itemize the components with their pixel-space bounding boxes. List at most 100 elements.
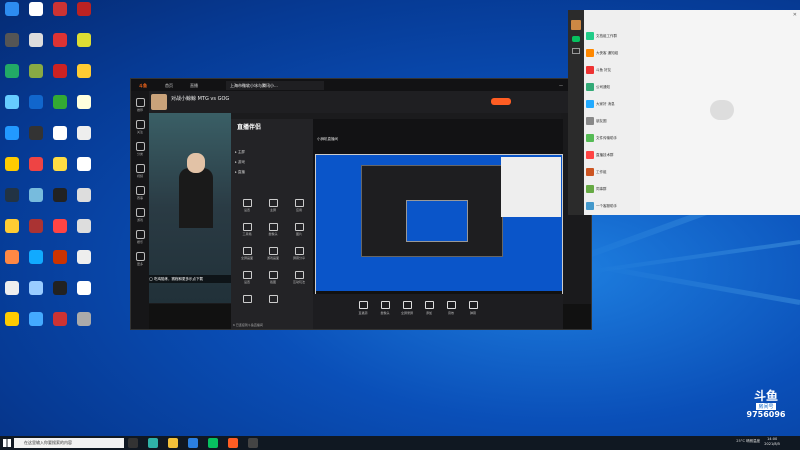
start-icon[interactable]: [3, 439, 11, 447]
toolbox-item[interactable]: 游戏画面: [263, 247, 283, 265]
chat-list-item[interactable]: 直播技术群: [586, 147, 638, 163]
close-icon[interactable]: ✕: [793, 12, 797, 18]
contacts-icon[interactable]: [572, 48, 580, 54]
app-icon[interactable]: [74, 2, 94, 26]
toolbox-item[interactable]: 全屏画面: [237, 247, 257, 265]
toolbox-item[interactable]: 互动玩法: [289, 271, 309, 289]
app-icon[interactable]: [50, 95, 70, 119]
toolbox-item[interactable]: 主屏: [263, 199, 283, 217]
app-icon[interactable]: [50, 250, 70, 274]
chat-icon[interactable]: [572, 36, 580, 42]
app-icon[interactable]: [26, 188, 46, 212]
preview-control[interactable]: 弹幕: [463, 301, 483, 319]
app-icon[interactable]: [2, 64, 22, 88]
app-icon[interactable]: [2, 281, 22, 305]
app-icon[interactable]: [50, 281, 70, 305]
app-icon[interactable]: [26, 2, 46, 26]
app-icon[interactable]: [74, 250, 94, 274]
sidebar-item[interactable]: 游戏: [131, 205, 149, 227]
preview-control[interactable]: 全屏录屏: [397, 301, 417, 319]
chat-list-item[interactable]: 一个客服助手: [586, 198, 638, 214]
toolbox-item[interactable]: 设置: [237, 199, 257, 217]
chat-list-item[interactable]: 文件传输助手: [586, 130, 638, 146]
app-icon[interactable]: [26, 95, 46, 119]
app-icon[interactable]: [26, 219, 46, 243]
toolbox-item[interactable]: 应用: [289, 199, 309, 217]
toolbox-item[interactable]: 摄像头: [263, 223, 283, 241]
toolbox-item[interactable]: 屏幕分享: [289, 247, 309, 265]
app-icon[interactable]: [2, 157, 22, 181]
screen-preview[interactable]: [315, 154, 563, 296]
tab-live[interactable]: 直播: [186, 81, 202, 90]
app-icon[interactable]: [50, 126, 70, 150]
toolbox-item[interactable]: 截图: [263, 271, 283, 289]
sidebar-item[interactable]: 娱乐: [131, 227, 149, 249]
follow-button[interactable]: [491, 98, 511, 105]
app-icon[interactable]: [50, 219, 70, 243]
app-icon[interactable]: [74, 64, 94, 88]
chat-list-item[interactable]: 大家好 消息: [586, 96, 638, 112]
app-icon[interactable]: [26, 64, 46, 88]
preview-control[interactable]: 直播源: [353, 301, 373, 319]
toolbox-item[interactable]: [237, 295, 257, 313]
preview-control[interactable]: 音效: [441, 301, 461, 319]
wechat-icon[interactable]: [208, 438, 218, 448]
app-icon[interactable]: [74, 188, 94, 212]
app-icon[interactable]: [2, 250, 22, 274]
app-icon[interactable]: [248, 438, 258, 448]
app-icon[interactable]: [74, 126, 94, 150]
app-icon[interactable]: [74, 281, 94, 305]
app-icon[interactable]: [2, 2, 22, 26]
edge-icon[interactable]: [148, 438, 158, 448]
toolbox-item[interactable]: 工具箱: [237, 223, 257, 241]
app-icon[interactable]: [50, 64, 70, 88]
app-icon[interactable]: [26, 126, 46, 150]
task-view-icon[interactable]: [128, 438, 138, 448]
chat-list-item[interactable]: 文档组工作群: [586, 28, 638, 44]
minimize-icon[interactable]: —: [555, 81, 567, 90]
sidebar-item[interactable]: 推荐: [131, 95, 149, 117]
weather-tray[interactable]: 25°C 晴朗温度: [736, 439, 760, 444]
app-icon[interactable]: [74, 33, 94, 57]
app-icon[interactable]: [2, 33, 22, 57]
app-icon[interactable]: [50, 33, 70, 57]
stream-video[interactable]: ◯ 吃鸡陪练，赛程和更多乐点下载: [149, 113, 231, 303]
toolbox-item[interactable]: [263, 295, 283, 313]
app-icon[interactable]: [2, 188, 22, 212]
explorer-icon[interactable]: [168, 438, 178, 448]
chat-list-item[interactable]: 公司通知: [586, 79, 638, 95]
chat-list-item[interactable]: 工作组: [586, 164, 638, 180]
app-icon[interactable]: [50, 157, 70, 181]
app-icon[interactable]: [2, 126, 22, 150]
preview-control[interactable]: 添加: [419, 301, 439, 319]
tab-room[interactable]: 上海市微软小冰与腾讯小...: [226, 81, 324, 90]
toolbox-item[interactable]: 图片: [289, 223, 309, 241]
app-icon[interactable]: [74, 95, 94, 119]
chat-list-item[interactable]: 同事群: [586, 181, 638, 197]
sidebar-item[interactable]: 分类: [131, 139, 149, 161]
app-icon[interactable]: [2, 95, 22, 119]
douyu-icon[interactable]: [228, 438, 238, 448]
sidebar-item[interactable]: 赛事: [131, 183, 149, 205]
chat-list-item[interactable]: 大侠客 通知组: [586, 45, 638, 61]
tab-douyu-logo[interactable]: 斗鱼: [135, 81, 151, 90]
app-icon[interactable]: [26, 281, 46, 305]
toolbox-item[interactable]: 设置: [237, 271, 257, 289]
avatar[interactable]: [151, 94, 167, 110]
app-icon[interactable]: [26, 157, 46, 181]
clock[interactable]: 14:00 2021/8/5: [764, 437, 780, 447]
app-icon[interactable]: [2, 219, 22, 243]
app-icon[interactable]: [74, 219, 94, 243]
app-icon[interactable]: [74, 157, 94, 181]
preview-tab[interactable]: 小狮吼直播间: [317, 137, 338, 142]
app-icon[interactable]: [74, 312, 94, 336]
app-icon[interactable]: [26, 250, 46, 274]
store-icon[interactable]: [188, 438, 198, 448]
tab-home[interactable]: 首页: [161, 81, 177, 90]
chat-list-item[interactable]: 斗鱼 好友: [586, 62, 638, 78]
app-icon[interactable]: [26, 312, 46, 336]
sidebar-item[interactable]: 关注: [131, 117, 149, 139]
preview-control[interactable]: 摄像头: [375, 301, 395, 319]
avatar[interactable]: [571, 20, 581, 30]
taskbar-search-input[interactable]: 在这里输入你要搜索的内容: [14, 438, 124, 448]
